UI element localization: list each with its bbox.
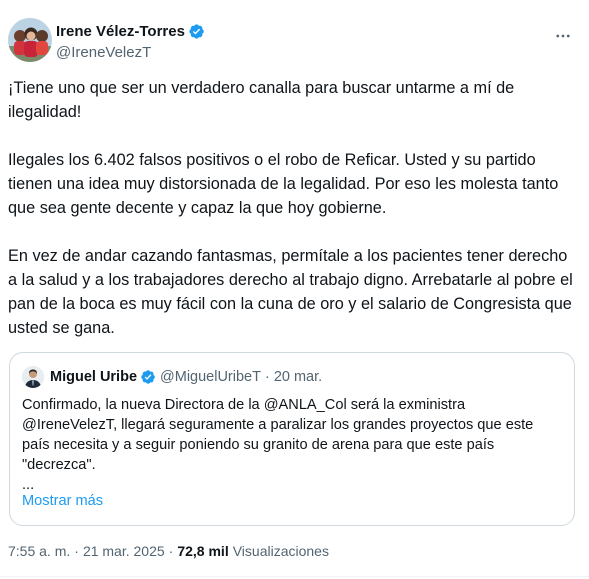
quoted-author-display-name[interactable]: Miguel Uribe (50, 369, 137, 385)
quoted-tweet-ellipsis: ... (22, 477, 35, 493)
quoted-tweet-date[interactable]: 20 mar. (274, 369, 322, 385)
tweet-paragraph: En vez de andar cazando fantasmas, permí… (8, 247, 573, 337)
verified-badge-icon[interactable] (140, 369, 156, 385)
views-count[interactable]: 72,8 mil (177, 543, 228, 559)
tweet-paragraph: ¡Tiene uno que ser un verdadero canalla … (8, 79, 515, 121)
tweet-date[interactable]: 21 mar. 2025 (83, 543, 165, 559)
author-avatar[interactable] (8, 18, 52, 62)
tweet-paragraph: Ilegales los 6.402 falsos positivos o el… (8, 151, 559, 217)
verified-badge-icon[interactable] (188, 23, 205, 40)
quoted-tweet-card[interactable]: Miguel Uribe @MiguelUribeT · 20 mar. Con… (9, 352, 575, 526)
separator-dot: · (264, 369, 270, 385)
quoted-author-handle[interactable]: @MiguelUribeT (160, 369, 261, 385)
quoted-tweet-text: Confirmado, la nueva Directora de la @AN… (22, 395, 562, 495)
quoted-author-avatar[interactable] (22, 366, 44, 388)
views-label: Visualizaciones (232, 543, 329, 559)
separator-dot: · (168, 543, 174, 559)
tweet-metadata: 7:55 a. m. · 21 mar. 2025 · 72,8 mil Vis… (8, 543, 329, 559)
more-horizontal-icon[interactable] (551, 24, 575, 48)
author-handle[interactable]: @IreneVelezT (56, 44, 205, 61)
separator-dot: · (74, 543, 79, 559)
tweet-time[interactable]: 7:55 a. m. (8, 543, 70, 559)
divider (0, 576, 589, 577)
author-display-name[interactable]: Irene Vélez-Torres (56, 23, 185, 40)
tweet-body: ¡Tiene uno que ser un verdadero canalla … (8, 76, 576, 340)
show-more-link[interactable]: Mostrar más (22, 493, 103, 509)
tweet-header: Irene Vélez-Torres @IreneVelezT (8, 18, 581, 64)
quoted-tweet-body: Confirmado, la nueva Directora de la @AN… (22, 397, 534, 473)
